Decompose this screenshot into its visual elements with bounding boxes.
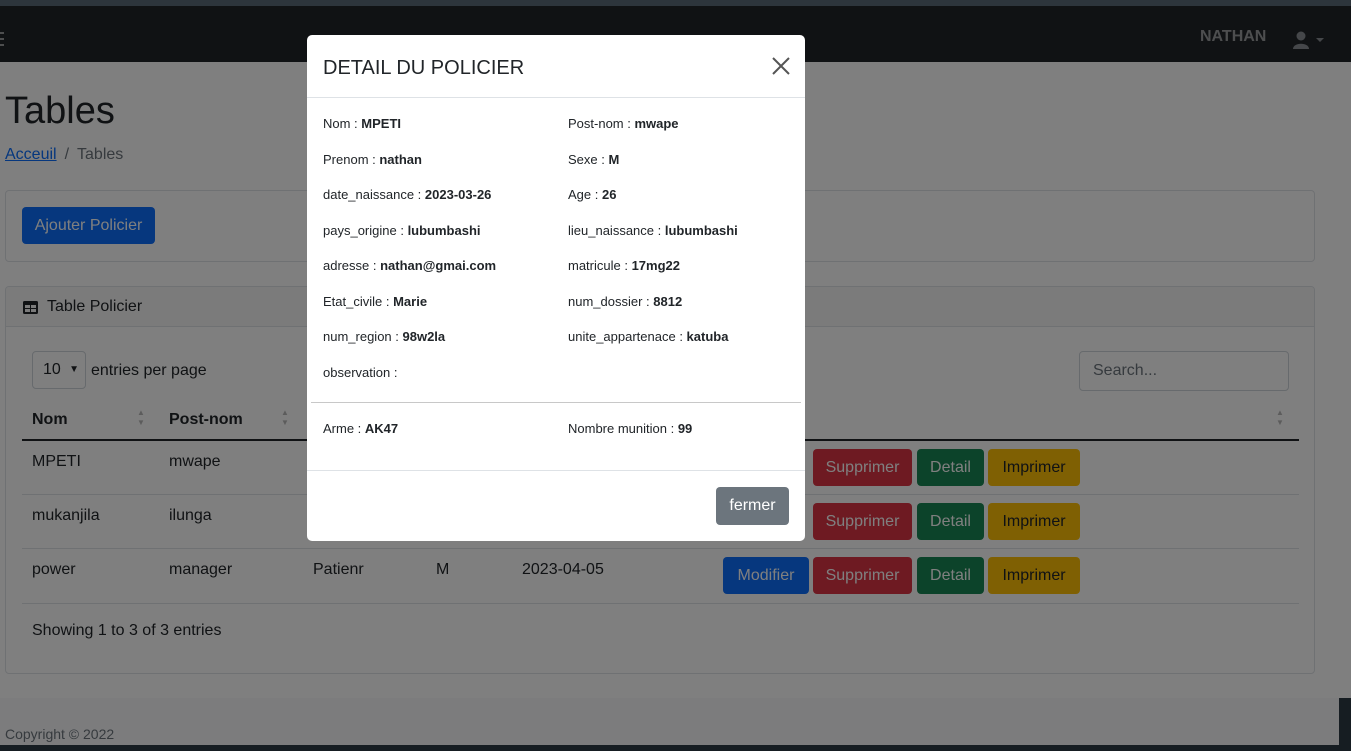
field-etat-civile: Etat_civile : Marie xyxy=(323,294,428,309)
field-arme: Arme : AK47 xyxy=(323,421,399,436)
close-icon[interactable] xyxy=(770,55,792,77)
modal-divider xyxy=(311,402,801,403)
field-prenom: Prenom : nathan xyxy=(323,152,422,167)
field-num-region: num_region : 98w2la xyxy=(323,329,446,344)
field-sexe: Sexe : M xyxy=(568,152,620,167)
modal-header: DETAIL DU POLICIER xyxy=(307,35,805,98)
field-lieu-naissance: lieu_naissance : lubumbashi xyxy=(568,223,738,238)
modal-footer: fermer xyxy=(307,470,805,541)
field-postnom: Post-nom : mwape xyxy=(568,116,679,131)
close-modal-button[interactable]: fermer xyxy=(716,487,789,525)
field-nombre-munition: Nombre munition : 99 xyxy=(568,421,693,436)
field-adresse: adresse : nathan@gmai.com xyxy=(323,258,497,273)
field-date-naissance: date_naissance : 2023-03-26 xyxy=(323,187,492,202)
modal-title: DETAIL DU POLICIER xyxy=(323,57,525,79)
field-age: Age : 26 xyxy=(568,187,617,202)
field-unite-appartenace: unite_appartenace : katuba xyxy=(568,329,729,344)
field-matricule: matricule : 17mg22 xyxy=(568,258,680,273)
field-nom: Nom : MPETI xyxy=(323,116,402,131)
detail-modal: DETAIL DU POLICIER Nom : MPETI Post-nom … xyxy=(307,35,805,541)
field-pays-origine: pays_origine : lubumbashi xyxy=(323,223,481,238)
field-num-dossier: num_dossier : 8812 xyxy=(568,294,683,309)
field-observation: observation : xyxy=(323,365,398,380)
